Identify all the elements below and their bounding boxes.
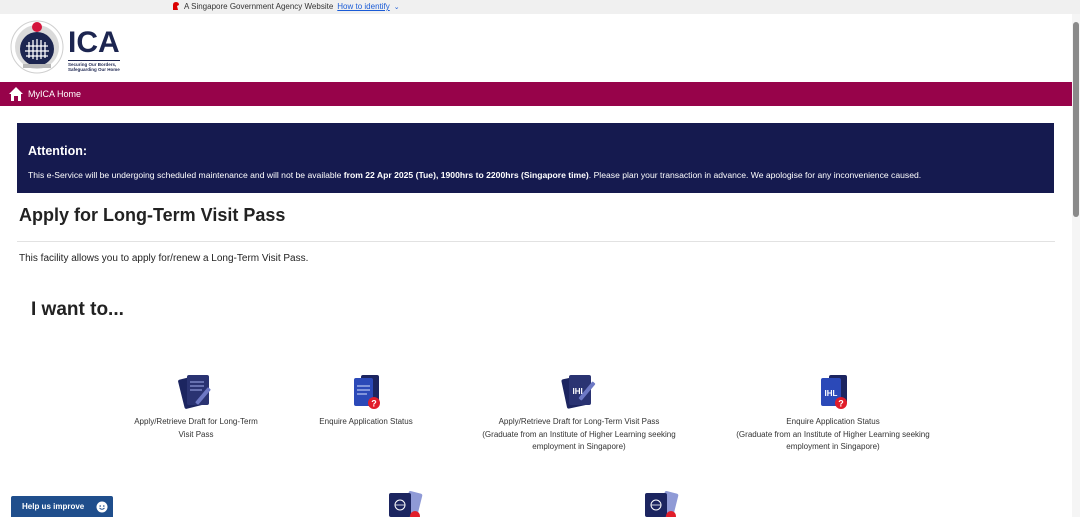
logo-divider: [68, 60, 120, 61]
myica-home-link[interactable]: MyICA Home: [28, 89, 81, 99]
document-question-icon: ?: [354, 375, 380, 409]
passport-icon-2[interactable]: [642, 490, 684, 517]
option-apply-ltvp[interactable]: Apply/Retrieve Draft for Long-Term Visit…: [124, 372, 268, 441]
home-icon[interactable]: [8, 86, 24, 102]
page-scrollbar-thumb[interactable]: [1073, 22, 1079, 217]
help-us-improve-button[interactable]: Help us improve: [11, 496, 113, 517]
chevron-down-icon[interactable]: ⌄: [394, 3, 400, 11]
ica-tagline-2: Safeguarding Our Home: [68, 67, 120, 72]
ica-wordmark: ICA: [68, 26, 120, 59]
option-apply-ltvp-ihl[interactable]: IHL Apply/Retrieve Draft for Long-Term V…: [468, 372, 690, 454]
page-title: Apply for Long-Term Visit Pass: [19, 205, 286, 225]
help-us-improve-label: Help us improve: [22, 502, 85, 511]
ica-crest-icon: [10, 20, 64, 74]
ihl-document-question-icon: IHL ?: [821, 375, 847, 409]
gov-masthead: A Singapore Government Agency Website Ho…: [0, 0, 1080, 14]
nav-bar: MyICA Home: [0, 82, 1072, 106]
attention-banner: Attention: This e-Service will be underg…: [17, 123, 1054, 193]
singapore-lion-icon: [173, 2, 179, 10]
svg-text:?: ?: [838, 399, 844, 409]
passport-icon[interactable]: [386, 490, 428, 517]
smiley-icon: [96, 501, 108, 512]
option-enquire-status[interactable]: ? Enquire Application Status: [302, 372, 430, 429]
ica-logo[interactable]: ICA Securing Our Borders, Safeguarding O…: [10, 20, 120, 74]
masthead-text: A Singapore Government Agency Website: [184, 2, 334, 11]
how-to-identify-link[interactable]: How to identify: [337, 2, 389, 11]
apply-ihl-form-icon: IHL: [561, 375, 596, 409]
page: A Singapore Government Agency Website Ho…: [0, 0, 1080, 517]
svg-text:IHL: IHL: [825, 389, 838, 398]
option-enquire-status-ihl[interactable]: IHL ? Enquire Application Status (Gradua…: [722, 372, 944, 454]
attention-message: This e-Service will be undergoing schedu…: [28, 170, 922, 180]
page-description: This facility allows you to apply for/re…: [19, 253, 309, 264]
maintenance-period: from 22 Apr 2025 (Tue), 1900hrs to 2200h…: [343, 170, 589, 180]
apply-form-icon: [178, 375, 211, 409]
i-want-to-heading: I want to...: [31, 299, 124, 320]
title-divider: [17, 241, 1055, 242]
attention-title: Attention:: [28, 144, 88, 158]
svg-text:?: ?: [371, 399, 377, 409]
